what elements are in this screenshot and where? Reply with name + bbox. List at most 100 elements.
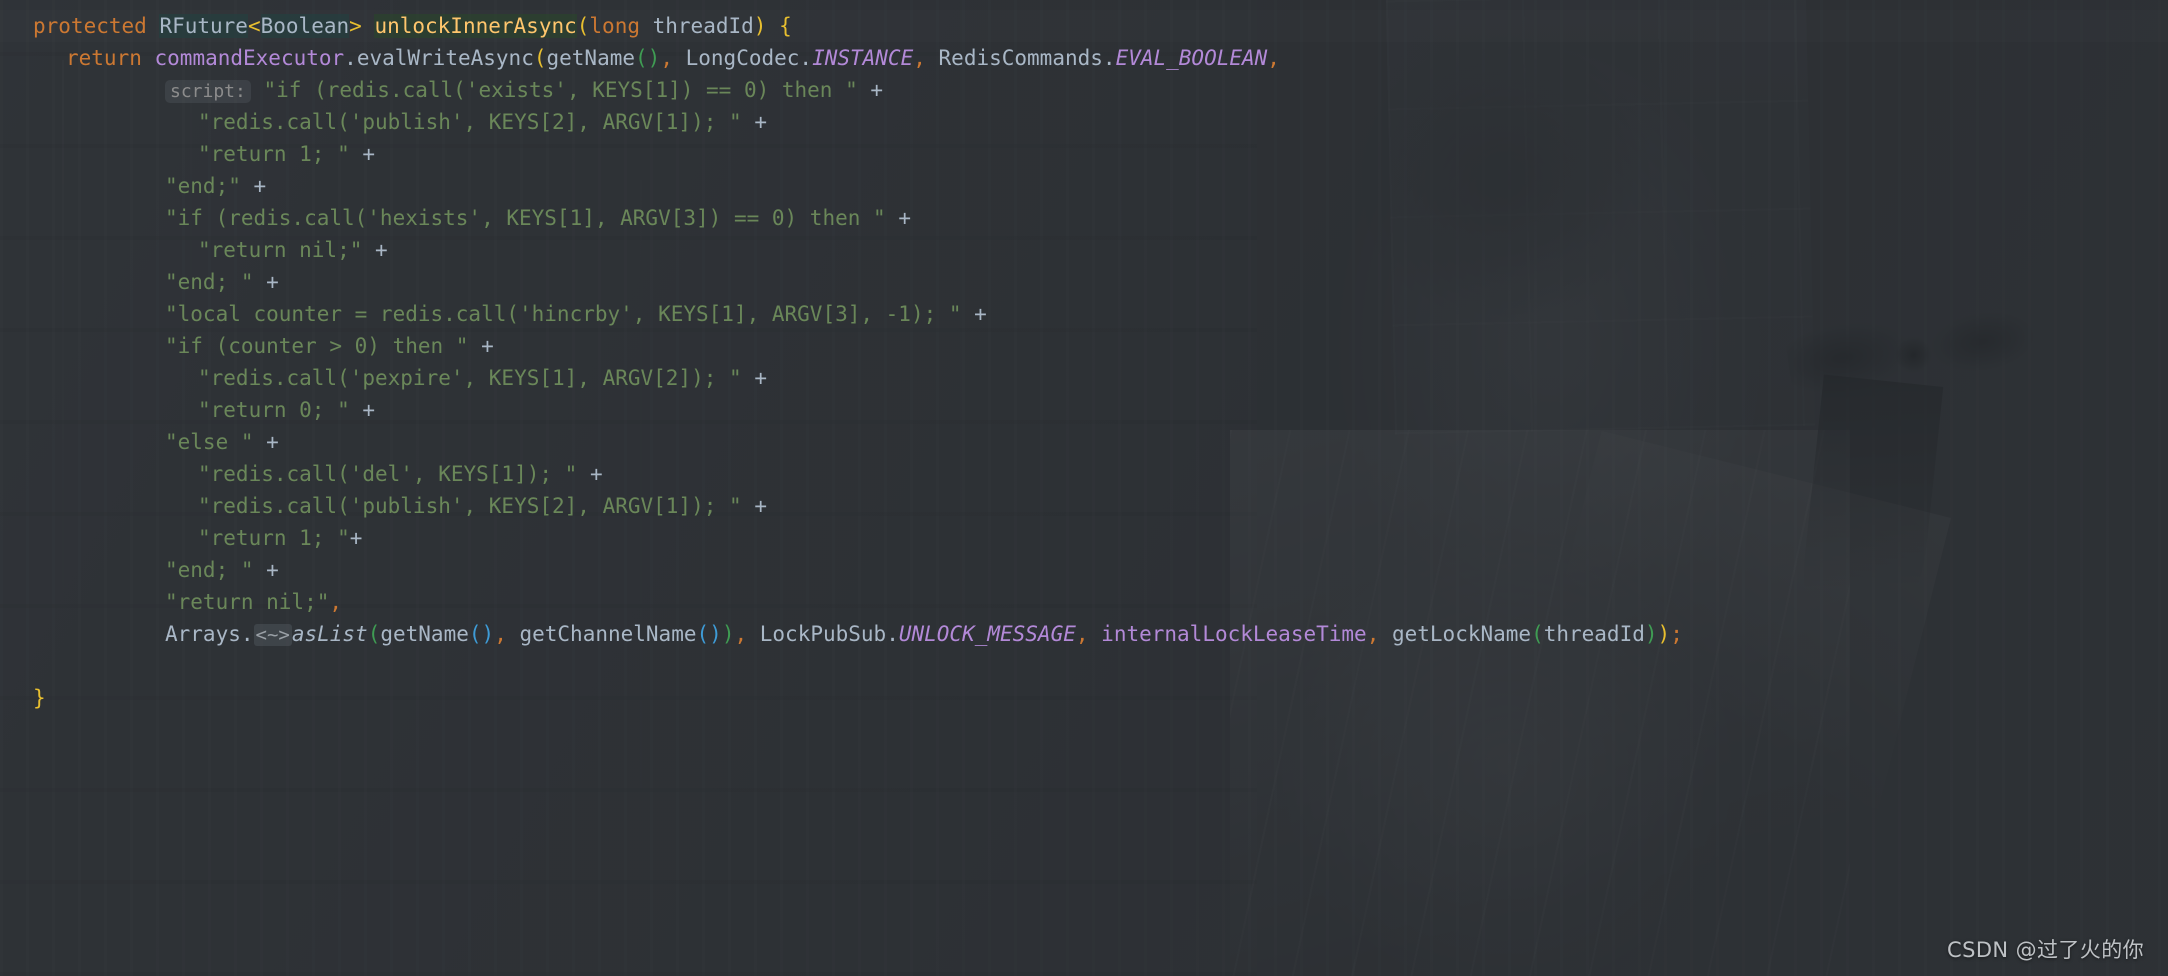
code-token: getName xyxy=(546,46,636,70)
code-token: , xyxy=(913,46,926,70)
code-line[interactable]: "redis.call('publish', KEYS[2], ARGV[1])… xyxy=(0,106,2168,138)
code-token: ( xyxy=(468,622,482,646)
code-line[interactable]: protected RFuture<Boolean> unlockInnerAs… xyxy=(0,10,2168,42)
code-line[interactable]: "return 1; " + xyxy=(0,138,2168,170)
csdn-watermark: CSDN @过了火的你 xyxy=(1947,938,2144,962)
code-token: RedisCommands xyxy=(925,46,1103,70)
code-token: "return 0; " xyxy=(198,398,350,422)
code-token: EVAL_BOOLEAN xyxy=(1115,46,1268,70)
code-token: , xyxy=(660,46,673,70)
code-token: { xyxy=(779,14,792,38)
code-token: + xyxy=(362,398,376,422)
code-token: + xyxy=(870,78,884,102)
code-line[interactable]: "else " + xyxy=(0,426,2168,458)
code-token: . xyxy=(240,622,254,646)
code-token: + xyxy=(253,174,267,198)
code-token: getLockName xyxy=(1379,622,1532,646)
code-token: "return 1; " xyxy=(198,526,350,550)
code-token: + xyxy=(754,110,767,134)
code-token: ( xyxy=(576,14,590,38)
inlay-type-hint[interactable]: <~> xyxy=(253,624,292,646)
code-token: return xyxy=(66,46,142,70)
code-line[interactable] xyxy=(0,650,2168,682)
code-line[interactable]: "if (counter > 0) then " + xyxy=(0,330,2168,362)
code-token: ( xyxy=(367,622,381,646)
code-token: "else " xyxy=(165,430,254,454)
code-token: + xyxy=(266,270,279,294)
code-line[interactable]: script: "if (redis.call('exists', KEYS[1… xyxy=(0,74,2168,106)
code-line[interactable]: } xyxy=(0,682,2168,714)
code-token: > xyxy=(349,14,362,38)
code-token: "end;" xyxy=(165,174,241,198)
code-editor[interactable]: protected RFuture<Boolean> unlockInnerAs… xyxy=(0,0,2168,976)
code-line[interactable]: "end;" + xyxy=(0,170,2168,202)
code-line[interactable]: "end; " + xyxy=(0,554,2168,586)
code-token: , xyxy=(494,622,507,646)
code-line[interactable]: "return nil;" + xyxy=(0,234,2168,266)
code-token: ( xyxy=(1531,622,1544,646)
code-token: Arrays xyxy=(165,622,241,646)
code-token: + xyxy=(375,238,388,262)
code-line[interactable]: "redis.call('publish', KEYS[2], ARGV[1])… xyxy=(0,490,2168,522)
code-line[interactable]: "return 0; " + xyxy=(0,394,2168,426)
code-line[interactable]: "if (redis.call('hexists', KEYS[1], ARGV… xyxy=(0,202,2168,234)
code-line[interactable]: return commandExecutor.evalWriteAsync(ge… xyxy=(0,42,2168,74)
code-token: ) xyxy=(481,622,495,646)
code-token: + xyxy=(754,494,767,518)
code-token: ( xyxy=(696,622,710,646)
code-token: evalWriteAsync xyxy=(356,46,534,70)
code-token: . xyxy=(1102,46,1116,70)
code-token: . xyxy=(799,46,813,70)
code-line[interactable]: "return 1; "+ xyxy=(0,522,2168,554)
code-token: "if (redis.call('hexists', KEYS[1], ARGV… xyxy=(165,206,886,230)
code-token: + xyxy=(266,430,279,454)
code-token: + xyxy=(362,142,376,166)
code-line[interactable]: "redis.call('del', KEYS[1]); " + xyxy=(0,458,2168,490)
code-token: asList xyxy=(291,622,368,646)
code-token: getName xyxy=(380,622,469,646)
code-token: + xyxy=(266,558,279,582)
code-token: + xyxy=(349,526,363,550)
code-token: "redis.call('publish', KEYS[2], ARGV[1])… xyxy=(198,494,742,518)
code-token: internalLockLeaseTime xyxy=(1088,622,1367,646)
code-line[interactable]: "local counter = redis.call('hincrby', K… xyxy=(0,298,2168,330)
code-token: unlockInnerAsync xyxy=(374,14,577,38)
code-token: , xyxy=(329,590,343,614)
code-token: + xyxy=(898,206,911,230)
code-token: ) xyxy=(1644,622,1658,646)
code-line[interactable]: "redis.call('pexpire', KEYS[1], ARGV[2])… xyxy=(0,362,2168,394)
code-token: ( xyxy=(635,46,648,70)
code-line[interactable]: "end; " + xyxy=(0,266,2168,298)
code-token: protected xyxy=(33,14,147,38)
code-token: "return nil;" xyxy=(165,590,330,614)
code-token: INSTANCE xyxy=(812,46,914,70)
code-token: "end; " xyxy=(165,270,254,294)
code-line[interactable]: "return nil;", xyxy=(0,586,2168,618)
code-token: ( xyxy=(533,46,547,70)
code-token: , xyxy=(1267,46,1280,70)
code-token: + xyxy=(974,302,987,326)
code-token: , xyxy=(1075,622,1089,646)
code-token: Boolean xyxy=(260,14,350,38)
inlay-parameter-hint[interactable]: script: xyxy=(165,80,251,103)
code-token: "if (counter > 0) then " xyxy=(165,334,469,358)
code-token: + xyxy=(754,366,767,390)
code-token: ) xyxy=(721,622,735,646)
code-line[interactable]: Arrays. <~>asList(getName(), getChannelNa… xyxy=(0,618,2168,650)
code-token: RFuture xyxy=(159,14,248,38)
code-token: ) xyxy=(1657,622,1671,646)
